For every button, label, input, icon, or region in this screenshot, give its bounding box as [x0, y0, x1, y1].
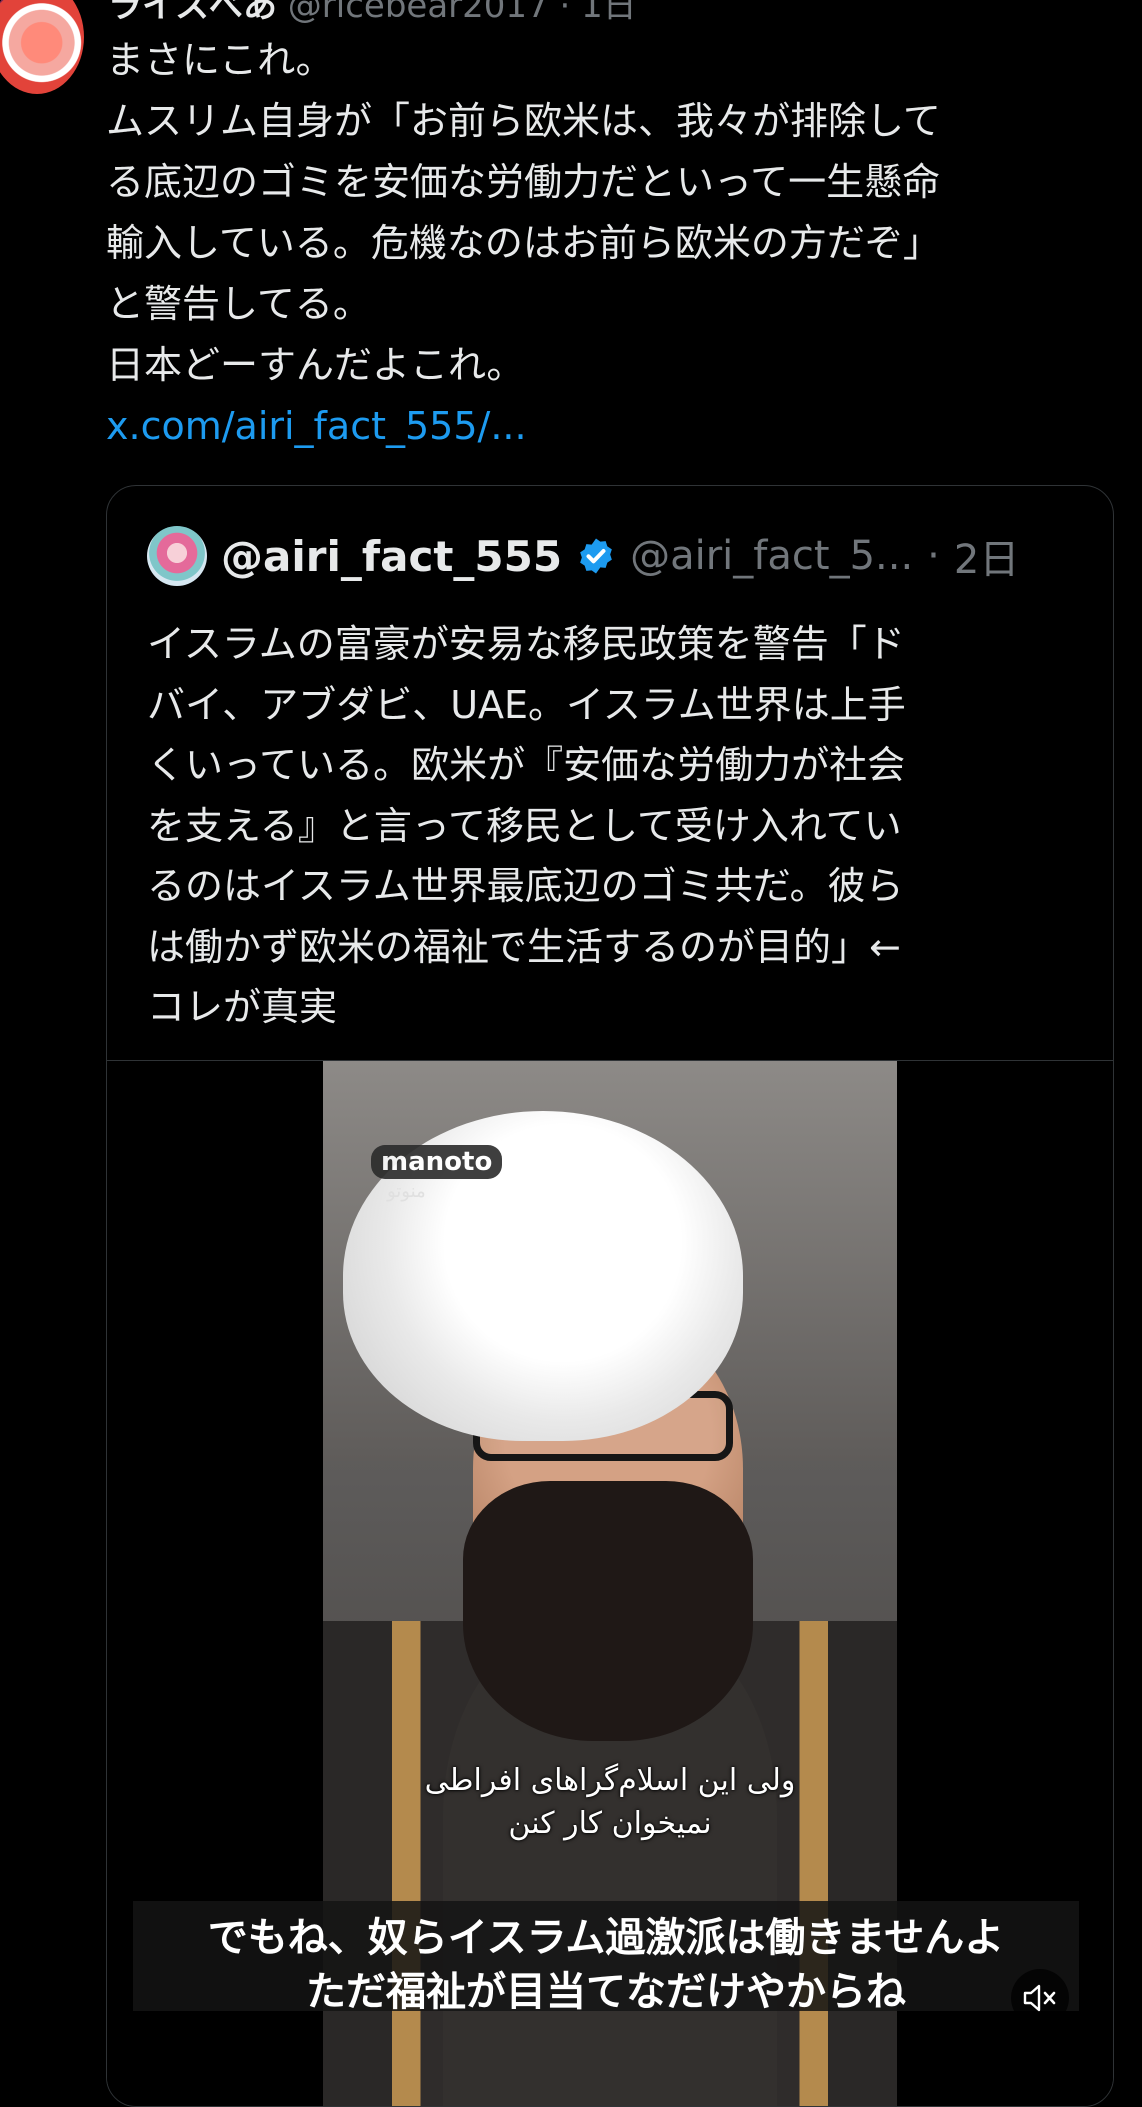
video-player[interactable]: manoto منوتو ولی این اسلام‌گراهای افراطی…	[107, 1061, 1113, 2106]
separator-dot: ·	[559, 0, 571, 26]
quote-header: @airi_fact_555 @airi_fact_5... · 2日	[147, 526, 1019, 586]
tweet-line: まさにこれ。	[106, 38, 334, 82]
mute-button[interactable]	[1011, 1969, 1069, 2027]
japanese-subtitle-line: でもね、奴らイスラム過激派は働きませんよ	[207, 1915, 1005, 1961]
persian-subtitle-line: نمیخوان کار کنن	[508, 1806, 712, 1841]
quote-line: イスラムの富豪が安易な移民政策を警告「ド	[147, 622, 905, 666]
quote-line: るのはイスラム世界最底辺のゴミ共だ。彼ら	[147, 864, 904, 908]
tweet-line: る底辺のゴミを安価な労働力だといって一生懸命	[106, 160, 941, 204]
speaker-beard	[463, 1481, 753, 1741]
speaker-muted-icon	[1023, 1984, 1056, 2012]
watermark-subtitle: منوتو	[387, 1181, 426, 1202]
tweet-line: ムスリム自身が「お前ら欧米は、我々が排除して	[106, 99, 941, 143]
author-handle[interactable]: @ricebear2017	[288, 0, 549, 26]
quote-line: くいっている。欧米が『安価な労働力が社会	[147, 743, 906, 787]
author-name[interactable]: ライスべあ	[108, 0, 277, 26]
japanese-subtitle-box: でもね、奴らイスラム過激派は働きませんよ ただ福祉が目当てなだけやからね	[133, 1901, 1079, 2015]
top-avatar[interactable]	[0, 0, 84, 94]
quote-tweet-card[interactable]: @airi_fact_555 @airi_fact_5... · 2日 イスラム…	[106, 485, 1114, 2107]
quote-avatar[interactable]	[147, 526, 207, 586]
quote-author-name[interactable]: @airi_fact_555	[221, 532, 562, 581]
tweet-link[interactable]: x.com/airi_fact_555/...	[106, 396, 1116, 457]
quote-line: コレが真実	[147, 985, 338, 1029]
japanese-subtitle-line: ただ福祉が目当てなだけやからね	[306, 1969, 906, 2015]
quote-line: を支える』と言って移民として受け入れてい	[147, 803, 902, 848]
quote-author-handle[interactable]: @airi_fact_5...	[630, 533, 913, 579]
separator-dot: ·	[927, 533, 940, 579]
quote-line: バイ、アブダビ、UAE。イスラム世界は上手	[147, 682, 906, 727]
tweet-time[interactable]: 1日	[581, 0, 637, 26]
tweet-line: 輸入している。危機なのはお前ら欧米の方だぞ」	[106, 221, 941, 265]
quote-time[interactable]: 2日	[954, 527, 1019, 585]
tweet-line: と警告してる。	[106, 282, 371, 326]
tweet-body: まさにこれ。 ムスリム自身が「お前ら欧米は、我々が排除して る底辺のゴミを安価な…	[106, 30, 1116, 457]
tweet-line: 日本どーすんだよこれ。	[106, 343, 525, 387]
verified-badge-icon	[580, 538, 612, 574]
persian-subtitle-line: ولی این اسلام‌گراهای افراطی	[424, 1763, 796, 1798]
tweet-header: ライスべあ @ricebear2017 · 1日	[108, 0, 637, 27]
quote-body: イスラムの富豪が安易な移民政策を警告「ド バイ、アブダビ、UAE。イスラム世界は…	[147, 614, 1087, 1038]
quote-line: は働かず欧米の福祉で生活するのが目的」←	[147, 924, 901, 969]
watermark-logo: manoto	[371, 1145, 503, 1179]
